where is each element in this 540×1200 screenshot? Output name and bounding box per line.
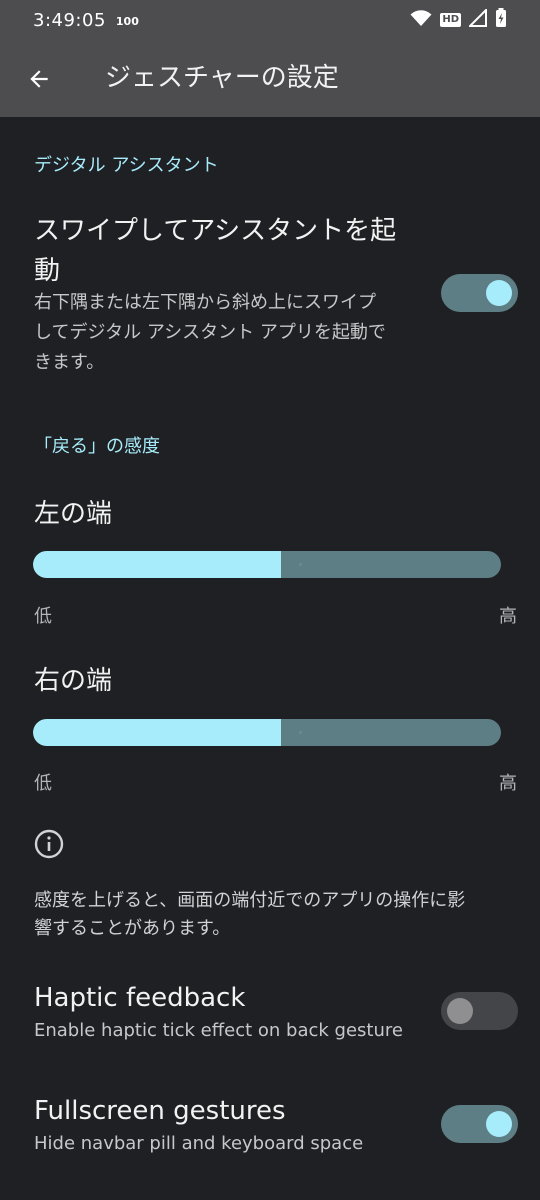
signal-icon [467, 7, 487, 32]
haptic-feedback-subtitle: Enable haptic tick effect on back gestur… [34, 1020, 403, 1041]
section-header-back-sensitivity: 「戻る」の感度 [34, 436, 160, 457]
arrow-back-icon [30, 70, 48, 88]
fullscreen-gestures-toggle[interactable] [441, 1105, 518, 1143]
haptic-feedback-toggle[interactable] [441, 992, 518, 1030]
info-text-line2: 響することがあります。 [34, 918, 231, 939]
status-icons: HD [410, 7, 507, 33]
wifi-icon [410, 9, 432, 32]
left-edge-slider-fill [33, 551, 282, 578]
right-edge-max-label: 高 [499, 773, 517, 794]
back-button[interactable] [22, 62, 56, 96]
assistant-swipe-title-line2: 動 [34, 256, 61, 286]
assistant-swipe-sub-line3: きます。 [34, 352, 105, 373]
top-header: 3:49:05 100 HD ジェスチャーの設定 [0, 0, 540, 117]
info-text: 感度を上げると、画面の端付近でのアプリの操作に影 響することがあります。 [34, 887, 514, 943]
battery-charging-icon [495, 7, 507, 33]
left-edge-slider[interactable] [33, 551, 501, 578]
right-edge-slider-fill [33, 719, 282, 746]
fullscreen-gestures-title: Fullscreen gestures [34, 1096, 286, 1126]
info-text-line1: 感度を上げると、画面の端付近でのアプリの操作に影 [34, 890, 466, 911]
hd-icon: HD [440, 13, 461, 27]
left-edge-min-label: 低 [34, 606, 52, 627]
status-badge: 100 [115, 14, 139, 28]
status-bar: 3:49:05 100 HD [0, 0, 540, 40]
right-edge-slider[interactable] [33, 719, 501, 746]
info-icon [34, 829, 64, 859]
assistant-swipe-sub-line2: してデジタル アシスタント アプリを起動で [34, 322, 386, 343]
assistant-swipe-title-line1: スワイプしてアシスタントを起 [34, 216, 397, 246]
toggle-knob [447, 998, 473, 1024]
right-edge-title: 右の端 [34, 666, 113, 696]
haptic-feedback-title: Haptic feedback [34, 983, 246, 1013]
left-edge-title: 左の端 [34, 499, 113, 529]
fullscreen-gestures-subtitle: Hide navbar pill and keyboard space [34, 1133, 364, 1154]
toggle-knob [486, 280, 512, 306]
toggle-knob [486, 1111, 512, 1137]
app-bar: ジェスチャーの設定 [0, 40, 540, 117]
slider-tick [299, 731, 302, 734]
assistant-swipe-sub-line1: 右下隅または左下隅から斜め上にスワイプ [34, 292, 376, 313]
assistant-swipe-toggle[interactable] [441, 274, 518, 312]
status-time: 3:49:05 [33, 9, 106, 31]
slider-tick [299, 563, 302, 566]
section-header-assistant: デジタル アシスタント [34, 155, 219, 176]
left-edge-max-label: 高 [499, 606, 517, 627]
page-title: ジェスチャーの設定 [105, 63, 339, 93]
right-edge-min-label: 低 [34, 773, 52, 794]
